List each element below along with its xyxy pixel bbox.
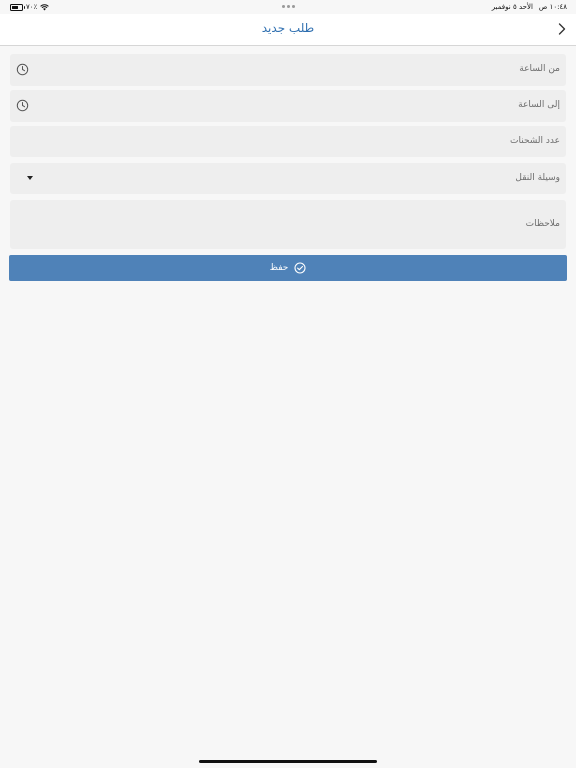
status-bar: ٧٠٪ ١٠:٤٨ ص الأحد ٥ نوفمبر <box>0 0 576 14</box>
from-time-label: من الساعة <box>519 64 560 74</box>
check-circle-icon <box>294 262 306 274</box>
dot-icon <box>282 5 285 8</box>
dot-icon <box>287 5 290 8</box>
multitasking-dots[interactable] <box>282 5 295 8</box>
status-date: الأحد ٥ نوفمبر <box>491 3 533 11</box>
caret-down-icon[interactable] <box>27 176 33 180</box>
transport-select[interactable]: وسيلة النقل <box>10 163 566 194</box>
battery-icon <box>10 3 25 11</box>
status-left: ٧٠٪ <box>10 3 50 11</box>
status-time: ١٠:٤٨ ص <box>538 3 567 11</box>
to-time-field[interactable]: إلى الساعة <box>10 90 566 122</box>
wifi-icon <box>40 3 50 10</box>
clock-icon[interactable] <box>16 99 29 112</box>
to-time-label: إلى الساعة <box>518 100 560 110</box>
shipments-count-field[interactable]: عدد الشحنات <box>10 126 566 157</box>
battery-fill <box>12 5 19 9</box>
home-indicator[interactable] <box>199 760 377 763</box>
dot-icon <box>292 5 295 8</box>
transport-label: وسيلة النقل <box>515 173 560 183</box>
status-right: ١٠:٤٨ ص الأحد ٥ نوفمبر <box>492 3 567 11</box>
notes-field[interactable]: ملاحظات <box>10 200 566 249</box>
shipments-count-label: عدد الشحنات <box>510 136 560 146</box>
save-label: حفظ <box>269 263 289 273</box>
clock-icon[interactable] <box>16 63 29 76</box>
page-title: طلب جديد <box>261 21 315 35</box>
notes-label: ملاحظات <box>525 219 560 229</box>
from-time-field[interactable]: من الساعة <box>10 54 566 86</box>
save-button[interactable]: حفظ <box>9 255 567 281</box>
chevron-right-icon <box>558 23 566 35</box>
navigation-bar: طلب جديد <box>0 14 576 46</box>
back-button[interactable] <box>554 20 570 38</box>
battery-percent: ٧٠٪ <box>26 3 38 11</box>
